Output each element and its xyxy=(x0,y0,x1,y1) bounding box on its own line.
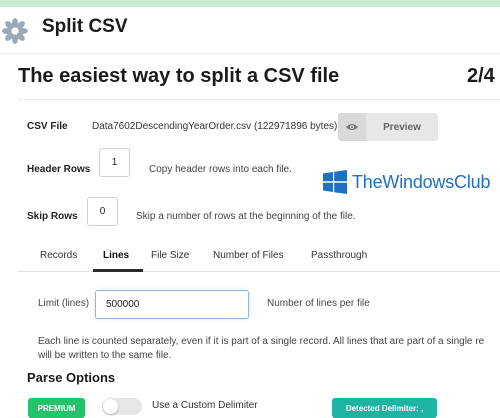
premium-badge: PREMIUM xyxy=(28,398,85,418)
app-title: Split CSV xyxy=(42,16,128,37)
tab-file-size[interactable]: File Size xyxy=(151,250,189,261)
step-indicator: 2/4 xyxy=(467,65,495,87)
toggle-knob xyxy=(103,399,118,414)
description-line-2: will be written to the same file. xyxy=(38,350,172,361)
limit-hint: Number of lines per file xyxy=(267,298,370,309)
watermark-text: TheWindowsClub xyxy=(352,171,491,192)
skip-rows-hint: Skip a number of rows at the beginning o… xyxy=(136,211,356,222)
watermark: TheWindowsClub xyxy=(323,170,490,194)
preview-button[interactable]: Preview xyxy=(338,113,438,141)
preview-label: Preview xyxy=(383,121,421,133)
lines-description: Each line is counted separately, even if… xyxy=(38,335,500,363)
app-header: Split CSV xyxy=(0,7,500,54)
custom-delimiter-toggle[interactable] xyxy=(102,398,142,415)
gear-flower-icon xyxy=(2,18,28,44)
active-tab-indicator xyxy=(93,269,143,272)
header-rows-hint: Copy header rows into each file. xyxy=(149,164,292,175)
tab-lines[interactable]: Lines xyxy=(103,250,129,261)
csv-filename: Data7602DescendingYearOrder.csv (1229718… xyxy=(92,121,338,132)
skip-rows-input[interactable]: 0 xyxy=(87,197,118,226)
top-accent-strip xyxy=(0,0,500,7)
limit-lines-input[interactable]: 500000 xyxy=(95,290,249,319)
eye-icon xyxy=(338,113,366,141)
parse-options-title: Parse Options xyxy=(27,370,116,385)
tab-passthrough[interactable]: Passthrough xyxy=(311,250,367,261)
limit-label: Limit (lines) xyxy=(38,298,90,309)
description-line-1: Each line is counted separately, even if… xyxy=(38,336,485,347)
detected-delimiter-badge: Detected Delimiter: , xyxy=(332,398,437,418)
skip-rows-label: Skip Rows xyxy=(27,211,78,222)
split-mode-tabs: Records Lines File Size Number of Files … xyxy=(18,241,500,272)
page-headline: The easiest way to split a CSV file xyxy=(18,65,340,87)
tab-records[interactable]: Records xyxy=(40,250,77,261)
csv-file-label: CSV File xyxy=(27,121,68,132)
custom-delimiter-label: Use a Custom Delimiter xyxy=(152,400,258,411)
header-rows-input[interactable]: 1 xyxy=(99,148,130,177)
windows-logo-icon xyxy=(323,170,347,194)
divider xyxy=(18,99,500,100)
header-rows-label: Header Rows xyxy=(27,164,91,175)
tab-number-of-files[interactable]: Number of Files xyxy=(213,250,284,261)
